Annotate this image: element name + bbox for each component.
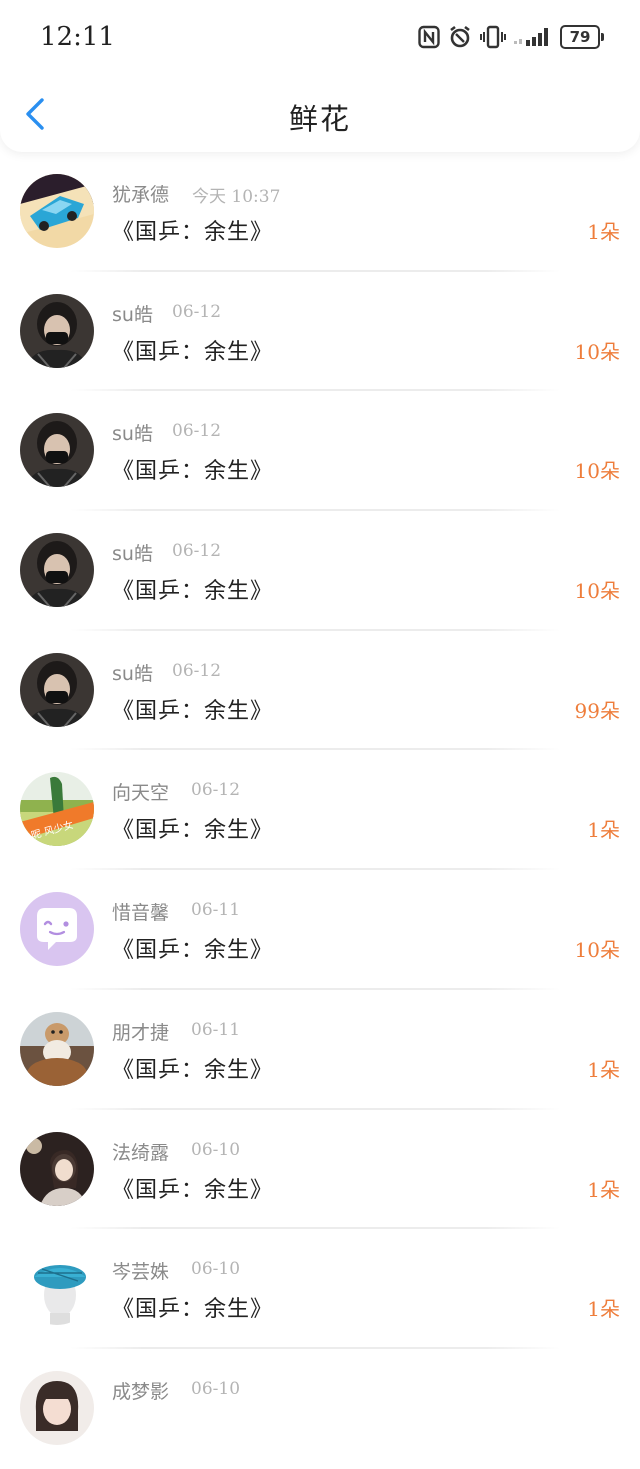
user-name: 成梦影 <box>112 1380 170 1403</box>
list-item[interactable]: su皓 06-12 《国乒：余生》 10朵 <box>0 511 640 631</box>
avatar[interactable] <box>20 174 94 248</box>
battery-icon: 79 <box>560 25 604 49</box>
flower-count: 10朵 <box>574 339 620 364</box>
status-bar: 12:11 79 <box>0 0 640 76</box>
book-title: 《国乒：余生》 <box>112 818 274 844</box>
item-date: 06-12 <box>172 421 222 442</box>
user-name: su皓 <box>112 662 153 685</box>
book-title: 《国乒：余生》 <box>112 1057 274 1083</box>
list-item[interactable]: su皓 06-12 《国乒：余生》 99朵 <box>0 631 640 751</box>
user-name: 犹承德 <box>112 184 170 206</box>
item-date: 06-12 <box>172 301 222 322</box>
item-date: 06-10 <box>191 1139 241 1160</box>
item-date: 06-11 <box>191 1019 241 1040</box>
avatar[interactable] <box>20 1251 94 1326</box>
list-item[interactable]: 惜音馨 06-11 《国乒：余生》 10朵 <box>0 870 640 990</box>
user-name: 朋才捷 <box>112 1021 170 1044</box>
user-name: 惜音馨 <box>112 902 170 925</box>
avatar[interactable] <box>20 533 94 608</box>
item-date: 06-10 <box>191 1378 241 1399</box>
nav-bar: 鲜花 <box>0 76 640 152</box>
avatar[interactable] <box>20 293 94 368</box>
flower-count: 99朵 <box>574 698 620 723</box>
flower-gift-list: 犹承德 今天 10:37 《国乒：余生》 1朵 su皓 06-12 《国乒：余生… <box>0 152 640 1469</box>
list-item[interactable]: 岑芸姝 06-10 《国乒：余生》 1朵 <box>0 1229 640 1349</box>
status-icons: 79 <box>418 22 604 52</box>
avatar[interactable]: 昵 风少女 <box>20 772 94 847</box>
book-title: 《国乒：余生》 <box>112 459 274 485</box>
flower-count: 10朵 <box>574 579 620 604</box>
flower-count: 1朵 <box>587 1057 620 1082</box>
book-title: 《国乒：余生》 <box>112 579 274 605</box>
status-time: 12:11 <box>40 22 115 52</box>
list-item[interactable]: 法绮露 06-10 《国乒：余生》 1朵 <box>0 1110 640 1230</box>
page-title: 鲜花 <box>288 102 351 136</box>
flower-count: 1朵 <box>587 1297 620 1322</box>
signal-icon <box>514 26 552 48</box>
book-title: 《国乒：余生》 <box>112 1297 274 1323</box>
user-name: 岑芸姝 <box>112 1261 170 1284</box>
item-date: 06-12 <box>172 660 222 681</box>
flower-count: 1朵 <box>587 220 620 244</box>
book-title: 《国乒：余生》 <box>112 220 274 245</box>
app-header: 12:11 79 鲜花 <box>0 0 640 152</box>
book-title: 《国乒：余生》 <box>112 1177 274 1203</box>
list-item[interactable]: 犹承德 今天 10:37 《国乒：余生》 1朵 <box>0 152 640 272</box>
list-item[interactable]: su皓 06-12 《国乒：余生》 10朵 <box>0 391 640 512</box>
avatar[interactable] <box>20 1011 94 1086</box>
flower-count: 1朵 <box>587 1177 620 1202</box>
book-title: 《国乒：余生》 <box>112 698 274 724</box>
flower-count: 1朵 <box>587 818 620 843</box>
flower-count: 10朵 <box>574 459 620 484</box>
user-name: su皓 <box>112 423 153 446</box>
avatar[interactable] <box>20 652 94 727</box>
alarm-icon <box>448 25 472 49</box>
item-date: 今天 10:37 <box>192 187 281 207</box>
user-name: su皓 <box>112 543 153 566</box>
vibrate-icon <box>480 25 506 49</box>
item-date: 06-12 <box>172 541 222 562</box>
avatar[interactable] <box>20 892 94 967</box>
avatar[interactable] <box>20 413 94 488</box>
nfc-icon <box>418 25 440 49</box>
item-date: 06-12 <box>191 780 241 801</box>
flower-count: 10朵 <box>574 938 620 963</box>
list-item[interactable]: 成梦影 06-10 <box>0 1349 640 1469</box>
user-name: su皓 <box>112 303 153 326</box>
list-item[interactable]: 昵 风少女 向天空 06-12 《国乒：余生》 1朵 <box>0 750 640 871</box>
avatar[interactable] <box>20 1370 94 1445</box>
user-name: 法绮露 <box>112 1141 170 1164</box>
book-title: 《国乒：余生》 <box>112 938 274 964</box>
list-item[interactable]: su皓 06-12 《国乒：余生》 10朵 <box>0 272 640 392</box>
list-item[interactable]: 朋才捷 06-11 《国乒：余生》 1朵 <box>0 990 640 1110</box>
avatar[interactable] <box>20 1131 94 1206</box>
user-name: 向天空 <box>112 782 170 805</box>
item-date: 06-10 <box>191 1259 241 1280</box>
item-date: 06-11 <box>191 900 241 921</box>
book-title: 《国乒：余生》 <box>112 339 274 365</box>
